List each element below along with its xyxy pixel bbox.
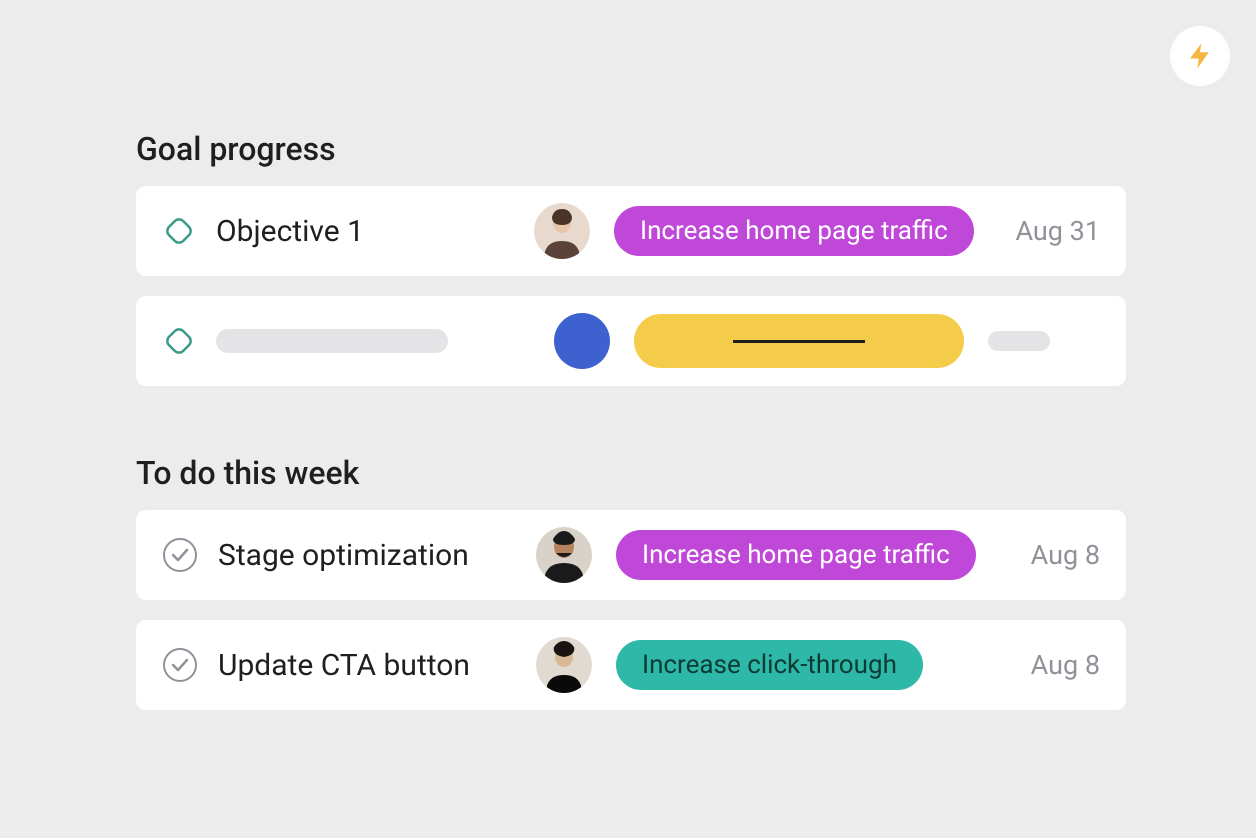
placeholder-title	[216, 329, 448, 353]
placeholder-tag	[634, 314, 964, 368]
task-title: Update CTA button	[218, 648, 528, 683]
section-title-todo: To do this week	[136, 454, 1126, 492]
placeholder-avatar	[554, 313, 610, 369]
section-title-goal-progress: Goal progress	[136, 130, 1126, 168]
assignee-avatar[interactable]	[536, 527, 592, 583]
assignee-avatar[interactable]	[534, 203, 590, 259]
due-date: Aug 8	[1011, 539, 1100, 571]
goal-row[interactable]: Objective 1 Increase home page traffic A…	[136, 186, 1126, 276]
assignee-avatar[interactable]	[536, 637, 592, 693]
goal-diamond-icon	[162, 214, 196, 248]
placeholder-date	[988, 331, 1050, 351]
project-tag[interactable]: Increase click-through	[616, 640, 923, 690]
avatar-icon	[536, 527, 592, 583]
complete-check-icon[interactable]	[162, 647, 198, 683]
task-title: Stage optimization	[218, 538, 528, 573]
placeholder-tag-line	[733, 340, 865, 343]
due-date: Aug 8	[1011, 649, 1100, 681]
goal-row-placeholder[interactable]	[136, 296, 1126, 386]
project-tag[interactable]: Increase home page traffic	[614, 206, 974, 256]
task-row[interactable]: Update CTA button Increase click-through…	[136, 620, 1126, 710]
goal-diamond-icon	[162, 324, 196, 358]
dashboard-content: Goal progress Objective 1 Increase home …	[0, 0, 1256, 710]
complete-check-icon[interactable]	[162, 537, 198, 573]
goal-title: Objective 1	[216, 214, 526, 249]
project-tag[interactable]: Increase home page traffic	[616, 530, 976, 580]
task-row[interactable]: Stage optimization Increase home page tr…	[136, 510, 1126, 600]
automation-lightning-button[interactable]	[1170, 26, 1230, 86]
avatar-icon	[536, 637, 592, 693]
due-date: Aug 31	[995, 215, 1100, 247]
lightning-icon	[1185, 41, 1215, 71]
avatar-icon	[534, 203, 590, 259]
